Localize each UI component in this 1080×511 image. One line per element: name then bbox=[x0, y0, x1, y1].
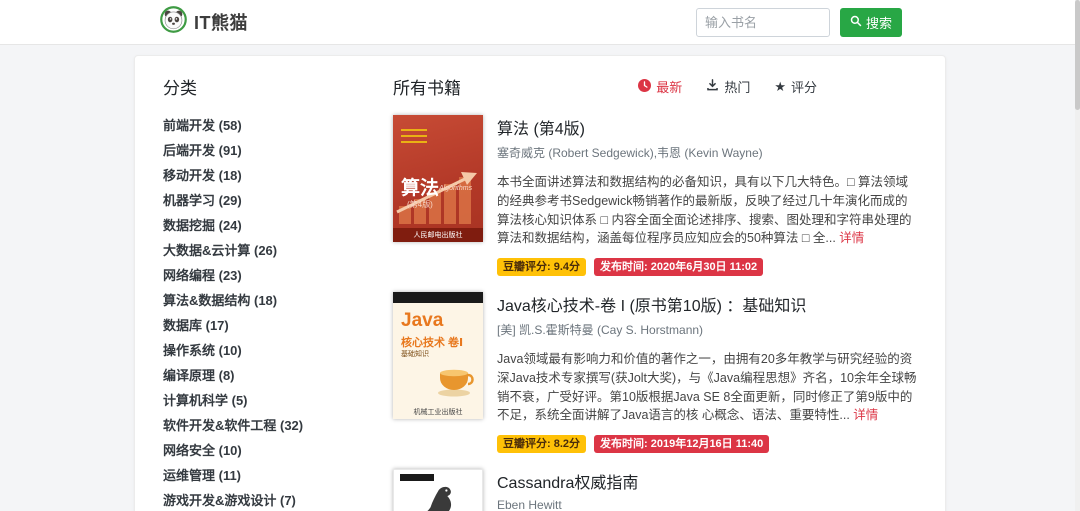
book-description: 本书全面讲述算法和数据结构的必备知识，具有以下几大特色。□ 算法领域的经典参考书… bbox=[497, 173, 917, 248]
rating-badge: 豆瓣评分: 8.2分 bbox=[497, 435, 586, 453]
book-cover-cassandra[interactable]: Cassandra 权威指南 O'REILLY 人民邮电出版社 bbox=[393, 469, 483, 511]
scrollbar-track[interactable] bbox=[1075, 0, 1080, 511]
publish-date-badge: 发布时间: 2020年6月30日 11:02 bbox=[594, 258, 763, 276]
cover-decoration bbox=[400, 474, 434, 481]
sidebar-category-backend[interactable]: 后端开发 (91) bbox=[163, 144, 363, 157]
book-author: [美] 凯.S.霍斯特曼 (Cay S. Horstmann) bbox=[497, 321, 917, 338]
sidebar-category-software-eng[interactable]: 软件开发&软件工程 (32) bbox=[163, 419, 363, 432]
category-sidebar: 分类 前端开发 (58) 后端开发 (91) 移动开发 (18) 机器学习 (2… bbox=[163, 72, 363, 511]
site-logo[interactable]: IT熊猫 bbox=[160, 6, 248, 38]
cover-tagline: 基础知识 bbox=[401, 349, 429, 359]
sidebar-category-network-programming[interactable]: 网络编程 (23) bbox=[163, 269, 363, 282]
book-row-cassandra: Cassandra 权威指南 O'REILLY 人民邮电出版社 Cassandr… bbox=[393, 469, 917, 511]
search-button-label: 搜索 bbox=[866, 13, 892, 32]
sidebar-category-frontend[interactable]: 前端开发 (58) bbox=[163, 119, 363, 132]
book-cover-algorithms[interactable]: 算法 Algorithms (第4版) 人民邮电出版社 bbox=[393, 115, 483, 242]
clock-icon bbox=[638, 79, 651, 95]
cover-subtitle: 核心技术 卷Ⅰ bbox=[401, 334, 463, 350]
publish-date-badge: 发布时间: 2019年12月16日 11:40 bbox=[594, 435, 769, 453]
sort-hot[interactable]: 热门 bbox=[706, 77, 750, 96]
sidebar-category-database[interactable]: 数据库 (17) bbox=[163, 319, 363, 332]
book-description: Java领域最有影响力和价值的著作之一，由拥有20多年教学与研究经验的资深Jav… bbox=[497, 350, 917, 425]
cover-decoration bbox=[401, 129, 427, 147]
search-input[interactable] bbox=[696, 8, 830, 37]
teacup-graphic bbox=[435, 364, 479, 403]
cover-en-title: Algorithms bbox=[439, 185, 472, 192]
cover-title: Java bbox=[401, 310, 443, 332]
book-title[interactable]: Java核心技术-卷 I (原书第10版) ：基础知识 bbox=[497, 292, 917, 316]
book-row-algorithms: 算法 Algorithms (第4版) 人民邮电出版社 算法 (第4版) 塞奇威… bbox=[393, 115, 917, 276]
cover-publisher: 人民邮电出版社 bbox=[393, 228, 483, 242]
book-list-area: 所有书籍 最新 bbox=[393, 72, 917, 511]
panda-logo-icon bbox=[160, 6, 187, 38]
sidebar-category-gamedev[interactable]: 游戏开发&游戏设计 (7) bbox=[163, 494, 363, 507]
scrollbar-thumb[interactable] bbox=[1075, 0, 1080, 110]
cover-decoration bbox=[393, 292, 483, 303]
search-icon bbox=[850, 15, 862, 30]
sidebar-category-ops[interactable]: 运维管理 (11) bbox=[163, 469, 363, 482]
sidebar-category-bigdata[interactable]: 大数据&云计算 (26) bbox=[163, 244, 363, 257]
cover-title: 算法 bbox=[401, 173, 439, 200]
sidebar-category-ml[interactable]: 机器学习 (29) bbox=[163, 194, 363, 207]
cover-publisher: 机械工业出版社 bbox=[393, 407, 483, 417]
detail-link[interactable]: 详情 bbox=[853, 408, 878, 422]
site-title: IT熊猫 bbox=[194, 9, 248, 35]
book-row-java-core: Java 核心技术 卷Ⅰ 基础知识 机械工业出版社 Java核心技术-卷 I (… bbox=[393, 292, 917, 453]
detail-link[interactable]: 详情 bbox=[839, 231, 864, 245]
star-icon: ★ bbox=[774, 80, 786, 93]
cover-edition: (第4版) bbox=[407, 199, 433, 210]
sidebar-category-datamining[interactable]: 数据挖掘 (24) bbox=[163, 219, 363, 232]
page-title: 所有书籍 bbox=[393, 74, 461, 99]
book-title[interactable]: 算法 (第4版) bbox=[497, 115, 917, 139]
book-cover-java-core[interactable]: Java 核心技术 卷Ⅰ 基础知识 机械工业出版社 bbox=[393, 292, 483, 419]
sidebar-category-cs[interactable]: 计算机科学 (5) bbox=[163, 394, 363, 407]
sort-rating[interactable]: ★ 评分 bbox=[774, 77, 817, 96]
sort-options: 最新 热门 ★ 评分 bbox=[614, 77, 817, 96]
book-title[interactable]: Cassandra权威指南 bbox=[497, 469, 917, 493]
search-button[interactable]: 搜索 bbox=[840, 8, 902, 37]
book-author: Eben Hewitt bbox=[497, 498, 917, 511]
book-author: 塞奇威克 (Robert Sedgewick),韦恩 (Kevin Wayne) bbox=[497, 144, 917, 161]
sidebar-category-algorithms[interactable]: 算法&数据结构 (18) bbox=[163, 294, 363, 307]
sort-newest[interactable]: 最新 bbox=[638, 77, 682, 96]
rating-badge: 豆瓣评分: 9.4分 bbox=[497, 258, 586, 276]
sidebar-category-security[interactable]: 网络安全 (10) bbox=[163, 444, 363, 457]
sidebar-category-os[interactable]: 操作系统 (10) bbox=[163, 344, 363, 357]
top-navbar: IT熊猫 搜索 bbox=[0, 0, 1080, 45]
sidebar-category-compilers[interactable]: 编译原理 (8) bbox=[163, 369, 363, 382]
search-area: 搜索 bbox=[696, 8, 902, 37]
sidebar-category-mobile[interactable]: 移动开发 (18) bbox=[163, 169, 363, 182]
hot-icon bbox=[706, 79, 719, 95]
bird-graphic bbox=[410, 482, 466, 511]
sidebar-title: 分类 bbox=[163, 74, 363, 99]
content-card: 分类 前端开发 (58) 后端开发 (91) 移动开发 (18) 机器学习 (2… bbox=[134, 55, 946, 511]
